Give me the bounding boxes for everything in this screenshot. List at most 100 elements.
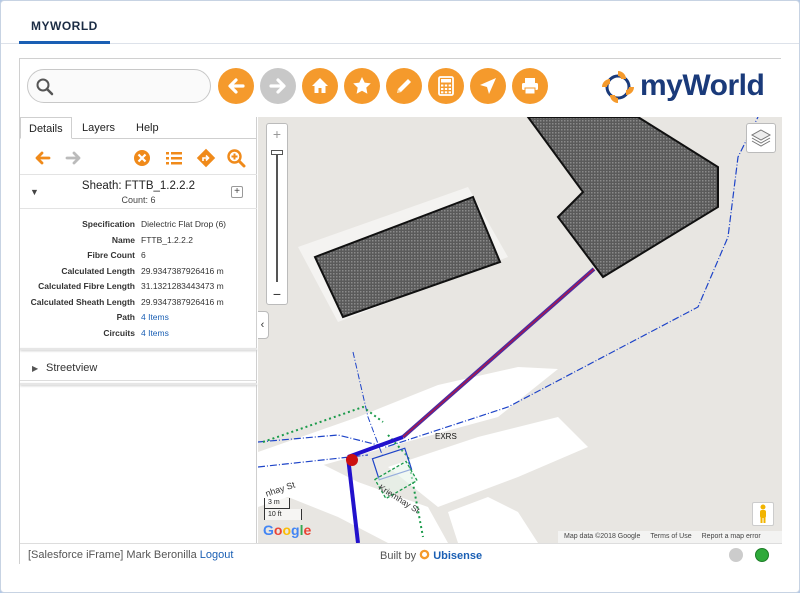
property-key: Name <box>111 234 135 245</box>
zoom-in-button[interactable]: + <box>267 126 287 142</box>
ubisense-link[interactable]: Ubisense <box>433 550 482 562</box>
map-scale: 3 m 10 ft <box>264 498 314 522</box>
tab-bar: MYWORLD <box>1 1 799 44</box>
bookmark-button[interactable] <box>344 68 380 104</box>
back-button[interactable] <box>218 68 254 104</box>
property-value: 6 <box>141 250 146 260</box>
property-row: Fibre Count 6 <box>20 248 257 264</box>
property-key: Specification <box>82 219 135 229</box>
built-by-label: Built by <box>380 550 417 562</box>
footer-bar: [Salesforce iFrame] Mark Beronilla Logou… <box>20 543 782 565</box>
frame-user-label: [Salesforce iFrame] Mark Beronilla <box>28 549 197 561</box>
map-canvas[interactable]: EXRS nhay St Kriemhay St <box>258 117 782 543</box>
property-value: 29.9347387926416 m <box>141 296 224 307</box>
search-input[interactable] <box>58 77 203 97</box>
calculator-button[interactable] <box>428 68 464 104</box>
map-data-credit: Map data ©2018 Google <box>564 533 641 540</box>
report-error-link[interactable]: Report a map error <box>702 533 761 543</box>
search-icon <box>36 78 54 96</box>
forward-button[interactable] <box>260 68 296 104</box>
search-box[interactable] <box>27 69 211 103</box>
property-row: Specification Dielectric Flat Drop (6) <box>20 217 257 233</box>
zoom-control: + − <box>266 123 288 305</box>
print-icon <box>522 78 538 95</box>
zoom-slider-handle[interactable] <box>271 150 283 155</box>
property-value: 29.9347387926416 m <box>141 265 224 276</box>
property-row: Calculated Sheath Length 29.9347387926416… <box>20 295 257 311</box>
google-logo: Google <box>263 522 312 538</box>
circuits-link[interactable]: 4 Items <box>141 328 169 338</box>
selected-marker[interactable] <box>346 454 358 466</box>
streetview-label: Streetview <box>46 362 98 374</box>
property-value: Dielectric Flat Drop (6) <box>141 219 227 229</box>
add-plus-icon[interactable]: + <box>231 186 243 198</box>
collapse-panel-button[interactable]: ‹ <box>258 311 269 339</box>
exrs-label: EXRS <box>435 432 457 441</box>
list-icon[interactable] <box>164 148 184 168</box>
directions-icon[interactable] <box>196 148 216 168</box>
panel-tabs: Details Layers Help <box>20 117 257 139</box>
top-toolbar: myWorld <box>20 59 782 117</box>
locate-button[interactable] <box>470 68 506 104</box>
property-row: Path 4 Items <box>20 310 257 326</box>
scale-metric: 3 m <box>264 498 290 509</box>
connection-status-icon <box>755 548 769 562</box>
terms-link[interactable]: Terms of Use <box>650 533 691 543</box>
forward-icon <box>269 78 286 94</box>
tab-myworld[interactable]: MYWORLD <box>19 1 110 44</box>
divider <box>20 348 257 350</box>
map-attribution: Map data ©2018 Google Terms of Use Repor… <box>558 531 782 543</box>
path-link[interactable]: 4 Items <box>141 312 169 322</box>
property-row: Name FTTB_1.2.2.2 <box>20 233 257 249</box>
edit-button[interactable] <box>386 68 422 104</box>
tab-help[interactable]: Help <box>128 117 167 139</box>
user-info: [Salesforce iFrame] Mark Beronilla Logou… <box>28 549 233 561</box>
pegman-icon <box>760 504 766 523</box>
salesforce-card: MYWORLD myWorld Details Layers Help ▼ Sh… <box>0 0 800 593</box>
clear-circle-icon[interactable] <box>132 148 152 168</box>
property-key: Circuits <box>103 327 135 338</box>
print-button[interactable] <box>512 68 548 104</box>
home-icon <box>312 78 328 93</box>
next-arrow-icon[interactable] <box>64 148 84 168</box>
expand-triangle-icon: ▶ <box>32 364 39 373</box>
tab-details[interactable]: Details <box>20 117 72 139</box>
property-key: Path <box>116 312 135 322</box>
logout-link[interactable]: Logout <box>200 549 234 561</box>
map-view[interactable]: EXRS nhay St Kriemhay St + − ‹ 3 m 10 ft <box>258 117 782 543</box>
myworld-logo: myWorld <box>600 67 776 107</box>
property-value: 31.1321283443473 m <box>141 281 224 291</box>
home-button[interactable] <box>302 68 338 104</box>
property-key: Calculated Sheath Length <box>30 296 135 307</box>
tab-layers[interactable]: Layers <box>74 117 123 139</box>
edit-pencil-icon <box>397 79 411 93</box>
myworld-logo-text: myWorld <box>640 69 765 102</box>
property-row: Calculated Fibre Length 31.1321283443473 … <box>20 279 257 295</box>
streetview-pegman-button[interactable] <box>752 502 774 526</box>
ubisense-logo-icon <box>419 549 430 560</box>
scale-imperial: 10 ft <box>264 509 302 520</box>
locate-arrow-icon <box>480 78 496 94</box>
properties-table: Specification Dielectric Flat Drop (6) Na… <box>20 217 257 341</box>
feature-header: ▼ Sheath: FTTB_1.2.2.2 Count: 6 + <box>20 175 257 209</box>
property-key: Calculated Fibre Length <box>38 281 135 291</box>
myworld-logo-icon <box>602 71 634 103</box>
property-key: Calculated Length <box>61 265 135 276</box>
feature-count: Count: 6 <box>121 195 156 205</box>
layers-button[interactable] <box>746 123 776 153</box>
zoom-to-icon[interactable] <box>226 148 246 168</box>
zoom-slider-track[interactable] <box>276 152 278 282</box>
feature-title: Sheath: FTTB_1.2.2.2 <box>81 180 196 192</box>
built-by: Built by Ubisense <box>380 549 482 562</box>
back-icon <box>228 78 245 94</box>
details-toolbar <box>20 141 257 175</box>
zoom-out-button[interactable]: − <box>267 286 287 302</box>
streetview-section[interactable]: ▶ Streetview <box>20 357 257 381</box>
property-key: Fibre Count <box>87 250 135 260</box>
calculator-icon <box>438 76 454 96</box>
layers-icon <box>750 129 772 147</box>
previous-arrow-icon[interactable] <box>32 148 52 168</box>
property-value: FTTB_1.2.2.2 <box>141 234 193 245</box>
notification-bell-icon[interactable] <box>729 548 743 562</box>
details-panel: Details Layers Help ▼ Sheath: FTTB_1.2.2… <box>20 117 257 543</box>
